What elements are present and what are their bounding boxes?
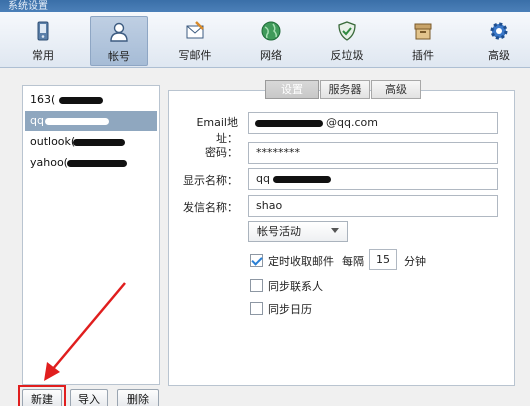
- auto-receive-label: 定时收取邮件: [268, 255, 334, 268]
- redaction-mark: [273, 176, 331, 183]
- sync-contacts-checkbox[interactable]: [250, 279, 263, 292]
- account-status-dropdown[interactable]: 帐号活动: [248, 221, 348, 242]
- tab-settings[interactable]: 设置: [265, 80, 319, 99]
- password-field[interactable]: ********: [248, 142, 498, 164]
- tab-server[interactable]: 服务器: [320, 80, 370, 99]
- sync-calendar-checkbox[interactable]: [250, 302, 263, 315]
- account-status-value: 帐号活动: [257, 225, 301, 238]
- display-name-field[interactable]: qq: [248, 168, 498, 190]
- auto-receive-checkbox[interactable]: [250, 254, 263, 267]
- interval-input[interactable]: 15: [369, 249, 397, 270]
- tab-advanced[interactable]: 高级: [371, 80, 421, 99]
- password-label: 密码：: [205, 146, 238, 159]
- sync-contacts-label: 同步联系人: [268, 280, 323, 293]
- sender-name-field[interactable]: shao: [248, 195, 498, 217]
- interval-prefix-label: 每隔: [342, 255, 364, 268]
- chevron-down-icon: [331, 228, 339, 233]
- email-field[interactable]: @qq.com: [248, 112, 498, 134]
- redaction-mark: [255, 120, 323, 127]
- email-field-value: @qq.com: [326, 116, 378, 129]
- sender-name-label: 发信名称：: [183, 201, 238, 214]
- display-name-label: 显示名称：: [183, 174, 238, 187]
- sync-calendar-label: 同步日历: [268, 303, 312, 316]
- display-name-field-value: qq: [256, 172, 270, 185]
- email-label: Email地址：: [196, 116, 238, 145]
- interval-unit-label: 分钟: [404, 255, 426, 268]
